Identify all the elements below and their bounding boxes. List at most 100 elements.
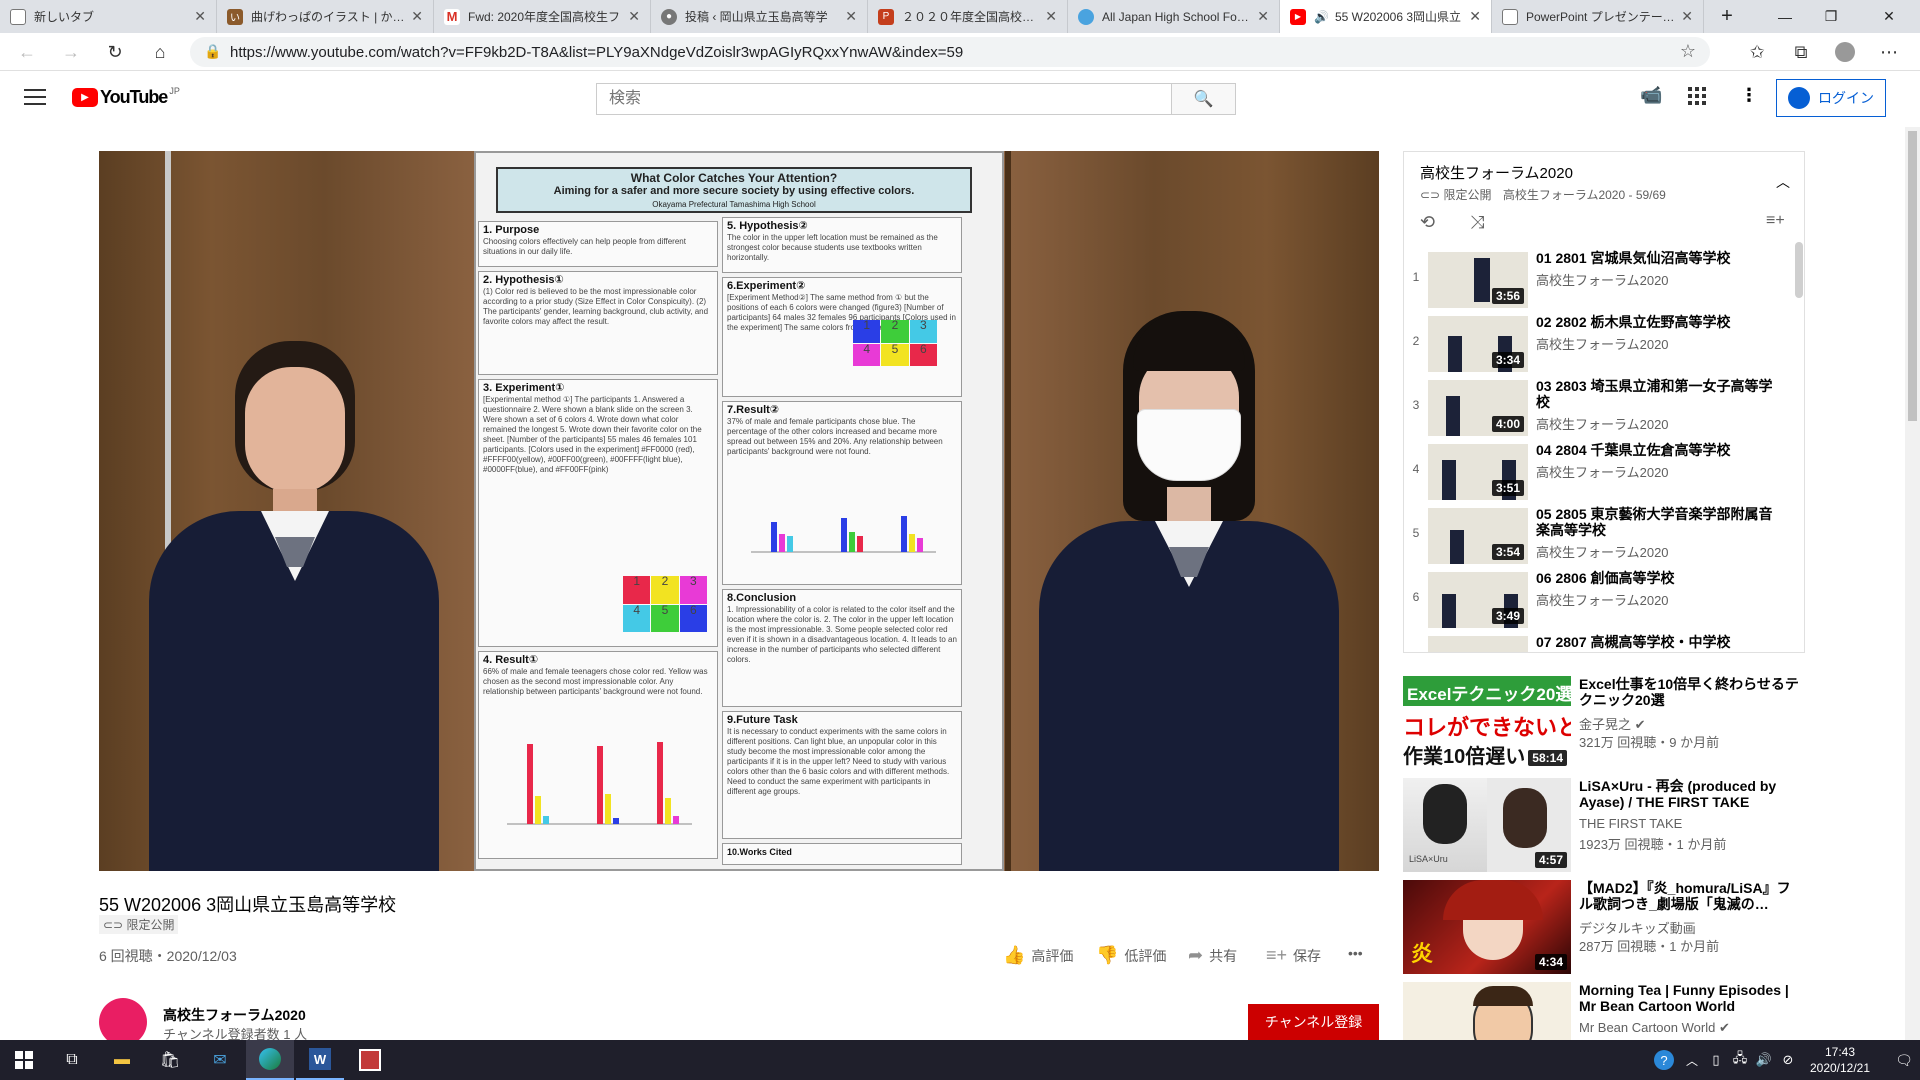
word-icon[interactable]: W xyxy=(296,1040,344,1080)
face-mask xyxy=(1137,409,1241,481)
forward-icon[interactable]: → xyxy=(56,37,86,67)
video-thumbnail: 3:51 xyxy=(1428,444,1528,500)
like-button[interactable]: 👍 高評価 xyxy=(1003,945,1073,966)
apps-grid-icon[interactable] xyxy=(1688,87,1706,105)
collapse-chevron-icon[interactable]: ︿ xyxy=(1776,172,1790,192)
recommended-video[interactable]: Excelテクニック20選 コレができないと 作業10倍遅い 58:14 Exc… xyxy=(1403,676,1805,770)
playlist-add-icon[interactable]: ≡+ xyxy=(1766,212,1785,230)
link-icon: ⊂⊃ xyxy=(103,918,124,932)
video-thumbnail: 炎 4:34 xyxy=(1403,880,1571,974)
playlist-title[interactable]: 高校生フォーラム2020 xyxy=(1420,162,1573,183)
favorites-icon[interactable]: ✩ xyxy=(1742,37,1772,67)
poster-section: 5. Hypothesis② The color in the upper lef… xyxy=(722,217,962,273)
playlist-panel: 高校生フォーラム2020 ⊂⊃ 限定公開 高校生フォーラム2020 - 59/6… xyxy=(1403,151,1805,653)
poster-section: 9.Future Task It is necessary to conduct … xyxy=(722,711,962,839)
playlist-scrollbar[interactable] xyxy=(1795,242,1803,298)
link-icon: ⊂⊃ xyxy=(1420,188,1441,202)
browser-tab[interactable]: M Fwd: 2020年度全国高校生フ ✕ xyxy=(434,0,651,33)
new-tab-button[interactable]: + xyxy=(1704,0,1750,33)
close-icon[interactable]: ✕ xyxy=(1257,8,1269,25)
panel-frame xyxy=(1005,151,1011,871)
verified-icon: ✔ xyxy=(1718,1020,1730,1035)
browser-tab[interactable]: 新しいタブ ✕ xyxy=(0,0,217,33)
subscribe-button[interactable]: チャンネル登録 xyxy=(1248,1004,1379,1040)
notification-icon[interactable]: 🗨 xyxy=(1880,1040,1920,1080)
browser-tab[interactable]: All Japan High School Forum ✕ xyxy=(1068,0,1280,33)
create-video-icon[interactable]: 📹 xyxy=(1640,85,1662,106)
page-scrollbar[interactable] xyxy=(1905,127,1920,1040)
search-input[interactable] xyxy=(596,83,1172,115)
irasutoya-icon: い xyxy=(227,8,243,25)
playlist-item[interactable]: 5 3:54 05 2805 東京藝術大学音楽学部附属音楽高等学校 高校生フォー… xyxy=(1404,504,1794,568)
task-view-icon[interactable]: ⧉ xyxy=(48,1040,96,1080)
close-icon[interactable]: ✕ xyxy=(845,8,857,25)
shuffle-icon[interactable]: ⤨ xyxy=(1470,212,1484,233)
playlist-item[interactable]: 2 3:34 02 2802 栃木県立佐野高等学校 高校生フォーラム2020 xyxy=(1404,312,1794,376)
more-actions-button[interactable]: ••• xyxy=(1348,945,1363,961)
playlist-item[interactable]: 6 3:49 06 2806 創価高等学校 高校生フォーラム2020 xyxy=(1404,568,1794,632)
video-player[interactable]: What Color Catches Your Attention? Aimin… xyxy=(99,151,1379,871)
close-icon[interactable]: ✕ xyxy=(194,8,206,25)
browser-tab[interactable]: P ２０２０年度全国高校生フ ✕ xyxy=(868,0,1068,33)
unlisted-badge: ⊂⊃ 限定公開 xyxy=(99,915,179,934)
playlist-item[interactable]: 07 2807 高槻高等学校・中学校 xyxy=(1404,632,1794,652)
channel-name[interactable]: 高校生フォーラム2020 xyxy=(163,1005,306,1025)
search-icon: 🔍 xyxy=(1193,91,1214,108)
presenter-right xyxy=(1039,311,1339,871)
close-icon[interactable]: ✕ xyxy=(1045,8,1057,25)
playlist-item[interactable]: 4 3:51 04 2804 千葉県立佐倉高等学校 高校生フォーラム2020 xyxy=(1404,440,1794,504)
loop-icon[interactable]: ⟲ xyxy=(1420,212,1435,233)
signin-button[interactable]: ログイン xyxy=(1776,79,1886,117)
poster-bar-chart xyxy=(507,742,692,825)
close-icon[interactable]: ✕ xyxy=(1681,8,1693,25)
hamburger-menu-icon[interactable] xyxy=(24,87,46,107)
paint-icon[interactable] xyxy=(346,1040,394,1080)
video-thumbnail: 4:00 xyxy=(1428,380,1528,436)
recommended-video[interactable]: 炎 4:34 【MAD2】『炎_homura/LiSA』フル歌詞つき_劇場版「鬼… xyxy=(1403,880,1805,974)
close-icon[interactable]: ✕ xyxy=(411,8,423,25)
youtube-play-icon: ▶ xyxy=(72,88,98,107)
save-button[interactable]: ≡+ 保存 xyxy=(1266,945,1321,966)
close-icon[interactable]: ✕ xyxy=(628,8,640,25)
video-thumbnail: 3:56 xyxy=(1428,252,1528,308)
video-thumbnail: Excelテクニック20選 コレができないと 作業10倍遅い 58:14 xyxy=(1403,676,1571,770)
playlist-item[interactable]: 3 4:00 03 2803 埼玉県立浦和第一女子高等学校 高校生フォーラム20… xyxy=(1404,376,1794,440)
share-button[interactable]: ➦ 共有 xyxy=(1188,945,1237,966)
minimize-icon[interactable]: — xyxy=(1762,0,1808,33)
home-icon[interactable]: ⌂ xyxy=(145,37,175,67)
settings-dots-icon[interactable]: ⋮ xyxy=(1740,85,1758,106)
reload-icon[interactable]: ↻ xyxy=(100,37,130,67)
video-thumbnail xyxy=(1403,982,1571,1040)
dislike-button[interactable]: 👎 低評価 xyxy=(1096,945,1166,966)
windows-start-icon[interactable] xyxy=(0,1040,48,1080)
close-icon[interactable]: ✕ xyxy=(1469,8,1481,25)
thumbs-down-icon: 👎 xyxy=(1096,945,1119,965)
speaker-icon[interactable]: 🔊 xyxy=(1314,10,1329,24)
video-thumbnail: LiSA×Uru 4:57 xyxy=(1403,778,1571,872)
search-button[interactable]: 🔍 xyxy=(1171,83,1236,115)
taskbar-clock[interactable]: 17:43 2020/12/21 xyxy=(1800,1044,1880,1076)
recommended-video[interactable]: Morning Tea | Funny Episodes | Mr Bean C… xyxy=(1403,982,1805,1040)
channel-avatar[interactable] xyxy=(99,998,147,1046)
store-icon[interactable]: 🛍 xyxy=(146,1040,194,1080)
edge-icon[interactable] xyxy=(246,1040,294,1080)
browser-tab[interactable]: ● 投稿 ‹ 岡山県立玉島高等学 ✕ xyxy=(651,0,868,33)
star-icon[interactable]: ☆ xyxy=(1680,41,1696,62)
browser-tab[interactable]: い 曲げわっぱのイラスト | かわいい ✕ xyxy=(217,0,434,33)
restore-icon[interactable]: ❐ xyxy=(1808,0,1854,33)
thumbs-up-icon: 👍 xyxy=(1003,945,1026,965)
youtube-logo[interactable]: ▶ YouTube JP xyxy=(72,86,180,108)
recommended-video[interactable]: LiSA×Uru 4:57 LiSA×Uru - 再会 (produced by… xyxy=(1403,778,1805,872)
video-thumbnail: 3:54 xyxy=(1428,508,1528,564)
collections-icon[interactable]: ⧉ xyxy=(1786,37,1816,67)
browser-tab-active[interactable]: ▶ 🔊 55 W202006 3岡山県立 ✕ xyxy=(1280,0,1492,33)
file-explorer-icon[interactable]: ▬ xyxy=(98,1040,146,1080)
mail-icon[interactable]: ✉ xyxy=(196,1040,244,1080)
playlist-item[interactable]: 1 3:56 01 2801 宮城県気仙沼高等学校 高校生フォーラム2020 xyxy=(1404,248,1794,312)
browser-menu-icon[interactable]: ⋯ xyxy=(1874,37,1904,67)
profile-icon[interactable] xyxy=(1830,37,1860,67)
url-bar[interactable]: 🔒 https://www.youtube.com/watch?v=FF9kb2… xyxy=(190,37,1710,67)
back-icon[interactable]: ← xyxy=(12,37,42,67)
close-window-icon[interactable]: ✕ xyxy=(1866,0,1912,33)
browser-tab[interactable]: PowerPoint プレゼンテーション ✕ xyxy=(1492,0,1704,33)
